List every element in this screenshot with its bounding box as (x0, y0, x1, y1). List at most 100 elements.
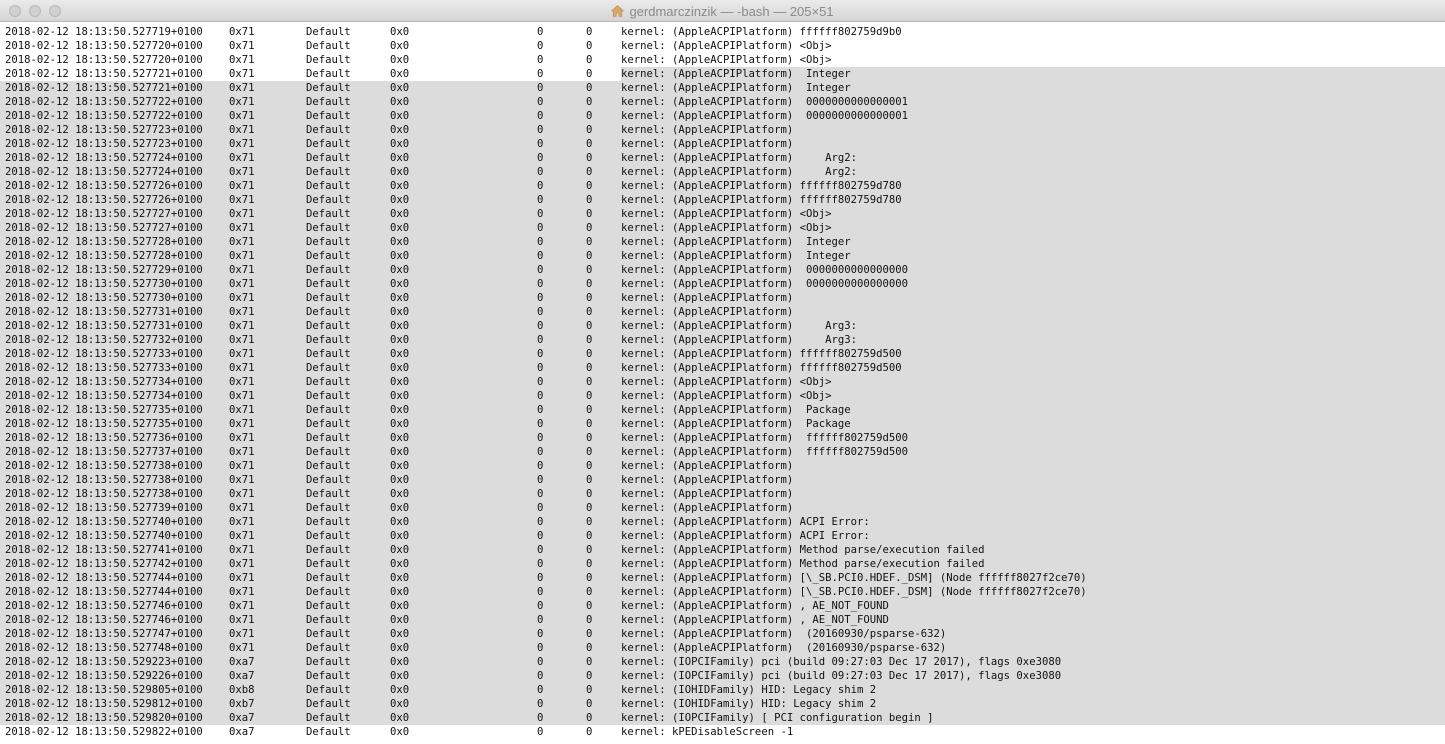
log-message: kernel: (AppleACPIPlatform) ffffff802759… (621, 348, 902, 360)
log-ttl: 0 (586, 320, 593, 332)
log-pid: 0 (537, 96, 544, 108)
log-line: 2018-02-12 18:13:50.527744+0100 0x71 Defau… (0, 571, 1445, 585)
log-message: kernel: (AppleACPIPlatform) 000000000000… (621, 110, 909, 122)
log-type: Default (306, 390, 351, 402)
log-pid: 0 (537, 82, 544, 94)
log-line: 2018-02-12 18:13:50.527735+0100 0x71 Defau… (0, 403, 1445, 417)
log-pid: 0 (537, 124, 544, 136)
log-type: Default (306, 572, 351, 584)
log-thread-id: 0x71 (229, 474, 255, 486)
log-pid: 0 (537, 222, 544, 234)
log-type: Default (306, 474, 351, 486)
log-line: 2018-02-12 18:13:50.527740+0100 0x71 Defau… (0, 529, 1445, 543)
log-timestamp: 2018-02-12 18:13:50.529223+0100 (5, 656, 203, 668)
log-message: kernel: (AppleACPIPlatform) ffffff802759… (621, 446, 909, 458)
log-message: kernel: (AppleACPIPlatform) (20160930/ps… (621, 642, 947, 654)
terminal-output[interactable]: 2018-02-12 18:13:50.527719+0100 0x71 Defau… (0, 25, 1445, 744)
log-line: 2018-02-12 18:13:50.529805+0100 0xb8 Defau… (0, 683, 1445, 697)
log-message: kernel: (AppleACPIPlatform) 000000000000… (621, 264, 909, 276)
log-message: kernel: (AppleACPIPlatform) (621, 474, 794, 486)
log-pid: 0 (537, 208, 544, 220)
log-timestamp: 2018-02-12 18:13:50.527733+0100 (5, 362, 203, 374)
log-type: Default (306, 656, 351, 668)
log-activity: 0x0 (390, 670, 410, 682)
log-line: 2018-02-12 18:13:50.527741+0100 0x71 Defau… (0, 543, 1445, 557)
log-timestamp: 2018-02-12 18:13:50.527742+0100 (5, 558, 203, 570)
log-timestamp: 2018-02-12 18:13:50.527738+0100 (5, 488, 203, 500)
log-activity: 0x0 (390, 236, 410, 248)
log-ttl: 0 (586, 96, 593, 108)
log-activity: 0x0 (390, 82, 410, 94)
log-activity: 0x0 (390, 502, 410, 514)
log-ttl: 0 (586, 558, 593, 570)
log-message: kernel: (AppleACPIPlatform) <Obj> (621, 390, 832, 402)
log-activity: 0x0 (390, 404, 410, 416)
log-activity: 0x0 (390, 208, 410, 220)
log-pid: 0 (537, 460, 544, 472)
log-pid: 0 (537, 418, 544, 430)
log-timestamp: 2018-02-12 18:13:50.527726+0100 (5, 194, 203, 206)
log-message: kernel: (AppleACPIPlatform) Integer (621, 250, 851, 262)
log-timestamp: 2018-02-12 18:13:50.527741+0100 (5, 544, 203, 556)
log-type: Default (306, 516, 351, 528)
log-line: 2018-02-12 18:13:50.527738+0100 0x71 Defau… (0, 487, 1445, 501)
log-thread-id: 0x71 (229, 110, 255, 122)
log-message: kernel: (AppleACPIPlatform) Integer (621, 82, 851, 94)
log-line: 2018-02-12 18:13:50.527723+0100 0x71 Defau… (0, 123, 1445, 137)
log-timestamp: 2018-02-12 18:13:50.527734+0100 (5, 376, 203, 388)
log-thread-id: 0x71 (229, 292, 255, 304)
log-ttl: 0 (586, 614, 593, 626)
log-type: Default (306, 446, 351, 458)
log-type: Default (306, 348, 351, 360)
log-type: Default (306, 82, 351, 94)
log-ttl: 0 (586, 264, 593, 276)
window-title: gerdmarczinzik — -bash — 205×51 (629, 3, 834, 19)
log-type: Default (306, 642, 351, 654)
log-message: kernel: (AppleACPIPlatform) [\_SB.PCI0.H… (621, 586, 1087, 598)
log-activity: 0x0 (390, 712, 410, 724)
log-timestamp: 2018-02-12 18:13:50.527746+0100 (5, 600, 203, 612)
log-timestamp: 2018-02-12 18:13:50.527733+0100 (5, 348, 203, 360)
log-timestamp: 2018-02-12 18:13:50.527728+0100 (5, 250, 203, 262)
log-message: kernel: (AppleACPIPlatform) (621, 138, 794, 150)
log-timestamp: 2018-02-12 18:13:50.527727+0100 (5, 208, 203, 220)
log-pid: 0 (537, 348, 544, 360)
log-message: kernel: kPEDisableScreen -1 (621, 726, 794, 738)
log-type: Default (306, 138, 351, 150)
log-pid: 0 (537, 446, 544, 458)
log-pid: 0 (537, 698, 544, 710)
log-type: Default (306, 334, 351, 346)
log-pid: 0 (537, 656, 544, 668)
log-ttl: 0 (586, 446, 593, 458)
log-message: kernel: (IOPCIFamily) pci (build 09:27:0… (621, 656, 1062, 668)
log-ttl: 0 (586, 572, 593, 584)
log-activity: 0x0 (390, 250, 410, 262)
log-thread-id: 0xa7 (229, 726, 255, 738)
log-type: Default (306, 166, 351, 178)
log-ttl: 0 (586, 82, 593, 94)
log-activity: 0x0 (390, 656, 410, 668)
log-type: Default (306, 110, 351, 122)
log-message: kernel: (AppleACPIPlatform) ffffff802759… (621, 432, 909, 444)
log-timestamp: 2018-02-12 18:13:50.529820+0100 (5, 712, 203, 724)
log-activity: 0x0 (390, 362, 410, 374)
log-timestamp: 2018-02-12 18:13:50.527734+0100 (5, 390, 203, 402)
log-line: 2018-02-12 18:13:50.527721+0100 0x71 Defau… (0, 67, 1445, 81)
log-timestamp: 2018-02-12 18:13:50.529805+0100 (5, 684, 203, 696)
log-ttl: 0 (586, 656, 593, 668)
log-line: 2018-02-12 18:13:50.527723+0100 0x71 Defau… (0, 137, 1445, 151)
log-thread-id: 0x71 (229, 96, 255, 108)
log-timestamp: 2018-02-12 18:13:50.527720+0100 (5, 54, 203, 66)
log-line: 2018-02-12 18:13:50.529226+0100 0xa7 Defau… (0, 669, 1445, 683)
log-timestamp: 2018-02-12 18:13:50.527744+0100 (5, 572, 203, 584)
log-pid: 0 (537, 54, 544, 66)
log-pid: 0 (537, 166, 544, 178)
log-activity: 0x0 (390, 138, 410, 150)
log-thread-id: 0x71 (229, 306, 255, 318)
log-activity: 0x0 (390, 320, 410, 332)
log-message: kernel: (AppleACPIPlatform) (621, 488, 794, 500)
log-ttl: 0 (586, 474, 593, 486)
log-activity: 0x0 (390, 54, 410, 66)
log-line: 2018-02-12 18:13:50.527744+0100 0x71 Defau… (0, 585, 1445, 599)
log-activity: 0x0 (390, 376, 410, 388)
